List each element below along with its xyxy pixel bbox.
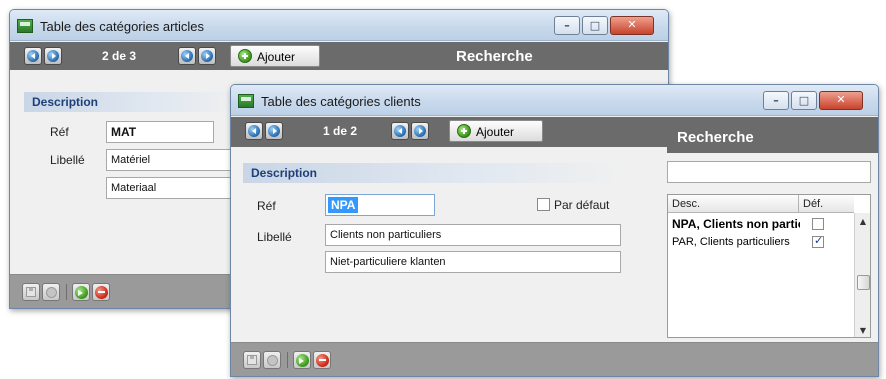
save-button[interactable]: [243, 351, 261, 369]
prev-arrow-icon: [47, 50, 59, 62]
maximize-button[interactable]: □: [582, 16, 608, 35]
minimize-button[interactable]: –: [554, 16, 580, 35]
search-panel-header: Recherche: [667, 117, 878, 153]
maximize-icon: □: [798, 94, 810, 107]
grid-scrollbar[interactable]: ▲ ▼: [854, 213, 870, 337]
ref-input[interactable]: NPA: [325, 194, 435, 216]
delete-button[interactable]: [313, 351, 331, 369]
next-record-button[interactable]: [178, 47, 196, 65]
articles-titlebar[interactable]: Table des catégories articles – □ ✕: [10, 10, 668, 41]
minimize-icon: –: [773, 94, 779, 107]
first-arrow-icon: [27, 50, 39, 62]
row-default-checkbox[interactable]: [812, 218, 824, 230]
save-icon: [26, 287, 36, 297]
app-icon: [17, 19, 33, 33]
last-record-button[interactable]: [411, 122, 429, 140]
search-heading: Recherche: [677, 129, 754, 146]
next-arrow-icon: [394, 125, 406, 137]
first-arrow-icon: [248, 125, 260, 137]
default-label: Par défaut: [554, 198, 610, 212]
ref-value: NPA: [328, 197, 359, 213]
last-arrow-icon: [201, 50, 213, 62]
libelle-label: Libellé: [257, 230, 292, 244]
cancel-edit-button[interactable]: [42, 283, 60, 301]
search-input[interactable]: [667, 161, 871, 183]
toolbar-separator: [287, 352, 288, 368]
clients-window: Table des catégories clients – □ ✕ 1 de …: [230, 84, 879, 377]
record-counter: 1 de 2: [323, 124, 358, 138]
search-heading: Recherche: [456, 48, 533, 65]
column-header-default[interactable]: Déf.: [798, 195, 854, 213]
libelle-fr-input[interactable]: Matériel: [106, 149, 236, 171]
window-title: Table des catégories clients: [261, 94, 421, 109]
delete-button[interactable]: [92, 283, 110, 301]
cancel-edit-button[interactable]: [263, 351, 281, 369]
prev-record-button[interactable]: [44, 47, 62, 65]
libelle-nl-input[interactable]: Materiaal: [106, 177, 236, 199]
close-icon: ✕: [836, 93, 846, 106]
clients-bottom-bar: [231, 342, 878, 376]
ok-icon: [75, 286, 88, 299]
save-icon: [247, 355, 257, 365]
add-button[interactable]: Ajouter: [449, 120, 543, 142]
record-counter: 2 de 3: [102, 49, 137, 63]
prev-arrow-icon: [268, 125, 280, 137]
ok-icon: [296, 354, 309, 367]
scroll-thumb[interactable]: [857, 275, 870, 290]
ok-button[interactable]: [72, 283, 90, 301]
add-label: Ajouter: [476, 125, 515, 139]
row-desc: NPA, Clients non particuliers: [672, 217, 800, 231]
maximize-icon: □: [589, 19, 601, 32]
clients-titlebar[interactable]: Table des catégories clients – □ ✕: [231, 85, 878, 116]
next-record-button[interactable]: [391, 122, 409, 140]
add-icon: [457, 124, 471, 138]
add-icon: [238, 49, 252, 63]
window-title: Table des catégories articles: [40, 19, 205, 34]
minimize-icon: –: [564, 19, 570, 32]
add-button[interactable]: Ajouter: [230, 45, 320, 67]
cancel-icon: [46, 287, 57, 298]
delete-icon: [95, 286, 108, 299]
first-record-button[interactable]: [245, 122, 263, 140]
categories-grid[interactable]: Desc. Déf. NPA, Clients non particuliers…: [667, 194, 871, 338]
maximize-button[interactable]: □: [791, 91, 817, 110]
ref-input[interactable]: MAT: [106, 121, 214, 143]
last-record-button[interactable]: [198, 47, 216, 65]
table-row[interactable]: NPA, Clients non particuliers: [668, 216, 854, 233]
close-button[interactable]: ✕: [610, 16, 654, 35]
app-icon: [238, 94, 254, 108]
articles-toolbar: 2 de 3 Ajouter Recherche: [10, 42, 668, 70]
last-arrow-icon: [414, 125, 426, 137]
row-desc: PAR, Clients particuliers: [672, 236, 790, 248]
libelle-fr-input[interactable]: Clients non particuliers: [325, 224, 621, 246]
default-checkbox[interactable]: [537, 198, 550, 211]
next-arrow-icon: [181, 50, 193, 62]
ref-label: Réf: [50, 125, 69, 139]
close-button[interactable]: ✕: [819, 91, 863, 110]
column-header-desc[interactable]: Desc.: [668, 195, 798, 213]
description-section-header: Description: [24, 92, 244, 112]
prev-record-button[interactable]: [265, 122, 283, 140]
libelle-nl-input[interactable]: Niet-particuliere klanten: [325, 251, 621, 273]
ref-label: Réf: [257, 199, 276, 213]
description-section-header: Description: [243, 163, 623, 183]
scroll-down-icon[interactable]: ▼: [855, 326, 870, 335]
table-row[interactable]: PAR, Clients particuliers: [668, 234, 854, 251]
save-button[interactable]: [22, 283, 40, 301]
toolbar-separator: [66, 284, 67, 300]
libelle-label: Libellé: [50, 153, 85, 167]
close-icon: ✕: [627, 18, 637, 31]
scroll-up-icon[interactable]: ▲: [855, 217, 870, 226]
add-label: Ajouter: [257, 50, 296, 64]
cancel-icon: [267, 355, 278, 366]
ok-button[interactable]: [293, 351, 311, 369]
minimize-button[interactable]: –: [763, 91, 789, 110]
delete-icon: [316, 354, 329, 367]
row-default-checkbox[interactable]: [812, 234, 824, 248]
first-record-button[interactable]: [24, 47, 42, 65]
